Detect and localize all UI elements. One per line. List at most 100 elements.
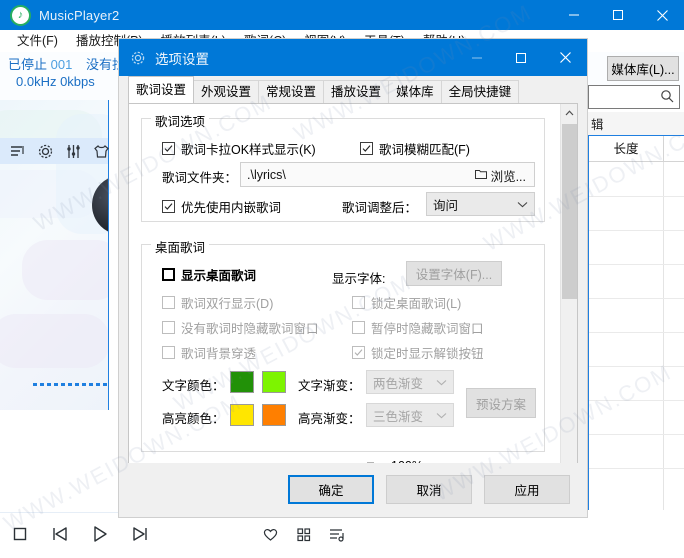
tab-global-hotkeys[interactable]: 全局快捷键 bbox=[440, 80, 520, 103]
equalizer-icon[interactable] bbox=[65, 143, 82, 160]
checkbox-label: 没有歌词时隐藏歌词窗口 bbox=[181, 322, 319, 336]
text-gradient-value: 两色渐变 bbox=[373, 376, 424, 391]
main-titlebar: ♪ MusicPlayer2 bbox=[0, 0, 684, 30]
checkbox-hide-when-no-lyrics[interactable]: 没有歌词时隐藏歌词窗口 bbox=[162, 318, 319, 337]
checkbox-box bbox=[352, 321, 365, 334]
play-icon[interactable] bbox=[90, 524, 110, 547]
checkbox-show-unlock-button[interactable]: 锁定时显示解锁按钮 bbox=[352, 343, 484, 362]
close-icon[interactable] bbox=[640, 0, 684, 30]
gear-icon[interactable] bbox=[37, 143, 54, 160]
browse-button-label: 浏览... bbox=[490, 169, 526, 184]
set-font-button[interactable]: 设置字体(F)... bbox=[406, 261, 502, 286]
checkbox-label: 歌词卡拉OK样式显示(K) bbox=[181, 143, 316, 157]
skin-shirt-icon[interactable] bbox=[93, 143, 110, 160]
playlist-tab[interactable]: 辑 bbox=[588, 112, 684, 136]
checkbox-box bbox=[352, 296, 365, 309]
table-row[interactable] bbox=[589, 332, 684, 333]
checkbox-lock-desktop-lyrics[interactable]: 锁定桌面歌词(L) bbox=[352, 293, 461, 312]
checkbox-hide-when-paused[interactable]: 暂停时隐藏歌词窗口 bbox=[352, 318, 484, 337]
cancel-button[interactable]: 取消 bbox=[386, 475, 472, 504]
tab-media-library[interactable]: 媒体库 bbox=[388, 80, 442, 103]
application-window: ♪ MusicPlayer2 文件(F) 播放控制(P) 播放列表(L) 歌词(… bbox=[0, 0, 684, 558]
maximize-icon[interactable] bbox=[596, 0, 640, 30]
highlight-color-swatch-2[interactable] bbox=[262, 404, 286, 426]
text-gradient-combobox[interactable]: 两色渐变 bbox=[366, 370, 454, 394]
maximize-icon[interactable] bbox=[499, 39, 543, 76]
transport-bar bbox=[0, 512, 588, 558]
chevron-up-icon[interactable] bbox=[561, 104, 577, 121]
heart-icon[interactable] bbox=[262, 526, 279, 546]
checkbox-background-penetrate[interactable]: 歌词背景穿透 bbox=[162, 343, 256, 362]
text-color-swatch-1[interactable] bbox=[230, 371, 254, 393]
playlist-grid[interactable]: 长度 bbox=[588, 135, 684, 510]
table-row[interactable] bbox=[589, 230, 684, 231]
checkbox-double-line-lyrics[interactable]: 歌词双行显示(D) bbox=[162, 293, 273, 312]
close-icon[interactable] bbox=[543, 39, 587, 76]
checkbox-box bbox=[162, 321, 175, 334]
minimize-icon[interactable] bbox=[552, 0, 596, 30]
highlight-color-swatch-1[interactable] bbox=[230, 404, 254, 426]
table-row[interactable] bbox=[589, 196, 684, 197]
next-icon[interactable] bbox=[130, 524, 150, 547]
checkbox-fuzzy-match[interactable]: 歌词模糊匹配(F) bbox=[360, 139, 470, 158]
checkbox-prefer-embedded-lyrics[interactable]: 优先使用内嵌歌词 bbox=[162, 197, 281, 216]
transport-controls bbox=[10, 524, 150, 547]
preset-scheme-button[interactable]: 预设方案 bbox=[466, 388, 536, 418]
media-library-button[interactable]: 媒体库(L)... bbox=[607, 56, 679, 81]
table-row[interactable] bbox=[589, 298, 684, 299]
dialog-footer: 确定 取消 应用 bbox=[119, 463, 587, 517]
checkbox-label: 显示桌面歌词 bbox=[181, 269, 257, 283]
apply-button[interactable]: 应用 bbox=[484, 475, 570, 504]
group-title-desktop-lyrics: 桌面歌词 bbox=[151, 237, 210, 256]
minimize-icon[interactable] bbox=[455, 39, 499, 76]
folder-icon bbox=[474, 168, 487, 182]
scrollbar-thumb[interactable] bbox=[562, 124, 577, 299]
search-input[interactable] bbox=[588, 85, 680, 109]
table-row[interactable] bbox=[589, 366, 684, 367]
tab-page-lyrics-settings: 歌词选项 歌词卡拉OK样式显示(K) 歌词模糊匹配(F) 歌词文件夹： .\ly… bbox=[128, 103, 578, 503]
playlist-icon[interactable] bbox=[9, 143, 26, 160]
grid-view-icon[interactable] bbox=[295, 526, 312, 546]
transport-secondary-controls bbox=[262, 526, 345, 546]
table-row[interactable] bbox=[589, 434, 684, 435]
highlight-gradient-value: 三色渐变 bbox=[373, 409, 424, 424]
playlist-header: 长度 bbox=[589, 135, 684, 162]
options-dialog: 选项设置 歌词设置 外观设置 常规设置 播放设置 媒体库 全局快捷键 歌词选项 … bbox=[118, 38, 588, 518]
checkbox-box bbox=[352, 346, 365, 359]
after-adjust-value: 询问 bbox=[433, 198, 459, 213]
track-number: 001 bbox=[50, 57, 73, 72]
table-row[interactable] bbox=[589, 264, 684, 265]
checkbox-box bbox=[162, 296, 175, 309]
label-lyrics-folder: 歌词文件夹： bbox=[162, 171, 238, 185]
dialog-scrollbar[interactable] bbox=[560, 104, 577, 502]
highlight-gradient-combobox[interactable]: 三色渐变 bbox=[366, 403, 454, 427]
tab-appearance-settings[interactable]: 外观设置 bbox=[193, 80, 260, 103]
checkbox-label: 暂停时隐藏歌词窗口 bbox=[371, 322, 484, 336]
ok-button[interactable]: 确定 bbox=[288, 475, 374, 504]
label-highlight-color: 高亮颜色： bbox=[162, 412, 225, 426]
checkbox-karaoke-style[interactable]: 歌词卡拉OK样式显示(K) bbox=[162, 139, 316, 158]
main-window-controls bbox=[552, 0, 684, 30]
progress-dashed-line bbox=[33, 383, 108, 386]
menu-file[interactable]: 文件(F) bbox=[8, 30, 67, 52]
column-header-length[interactable]: 长度 bbox=[589, 135, 664, 162]
search-icon bbox=[660, 89, 674, 106]
after-adjust-combobox[interactable]: 询问 bbox=[426, 192, 535, 216]
checkbox-show-desktop-lyrics[interactable]: 显示桌面歌词 bbox=[162, 265, 256, 284]
table-row[interactable] bbox=[589, 400, 684, 401]
dialog-titlebar: 选项设置 bbox=[119, 39, 587, 76]
browse-button[interactable]: 浏览... bbox=[471, 166, 530, 184]
tab-lyrics-settings[interactable]: 歌词设置 bbox=[128, 76, 195, 103]
table-row[interactable] bbox=[589, 468, 684, 469]
stop-icon[interactable] bbox=[10, 524, 30, 547]
previous-icon[interactable] bbox=[50, 524, 70, 547]
checkbox-box bbox=[162, 200, 175, 213]
checkbox-box bbox=[162, 142, 175, 155]
tab-playback-settings[interactable]: 播放设置 bbox=[323, 80, 390, 103]
lyrics-folder-input[interactable]: .\lyrics\ 浏览... bbox=[240, 162, 535, 187]
checkbox-label: 锁定时显示解锁按钮 bbox=[371, 347, 484, 361]
text-color-swatch-2[interactable] bbox=[262, 371, 286, 393]
label-highlight-gradient: 高亮渐变： bbox=[298, 412, 361, 426]
playlist-queue-icon[interactable] bbox=[328, 526, 345, 546]
tab-general-settings[interactable]: 常规设置 bbox=[258, 80, 325, 103]
